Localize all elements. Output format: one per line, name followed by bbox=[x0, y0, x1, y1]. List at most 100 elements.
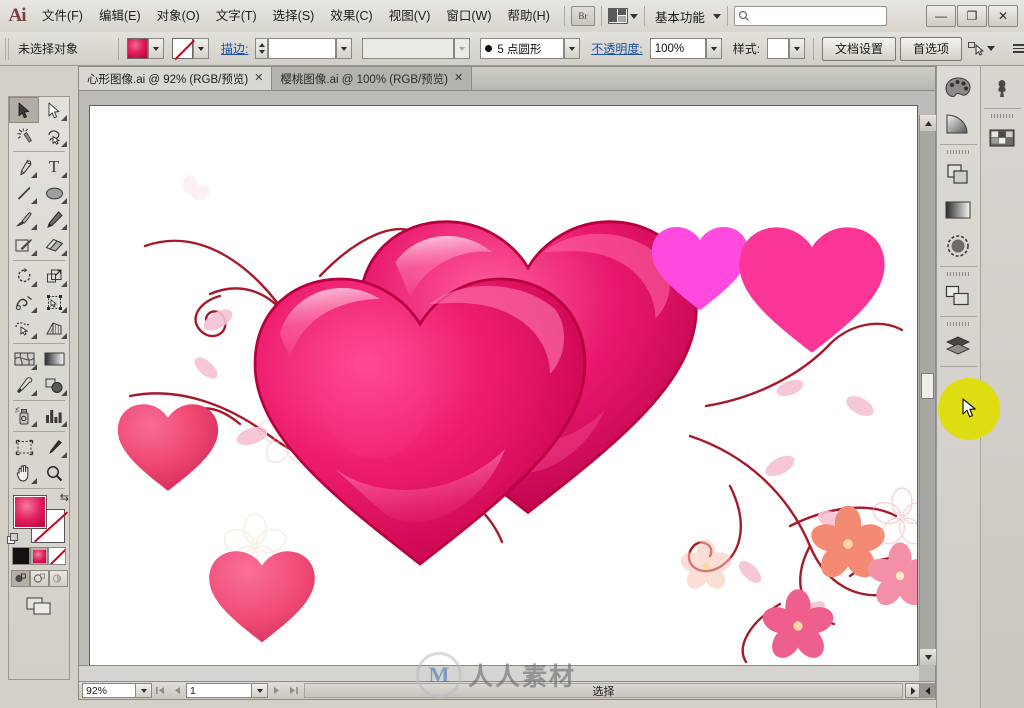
zoom-tool[interactable] bbox=[39, 460, 69, 486]
gradient-mode-button[interactable] bbox=[30, 547, 48, 565]
menu-help[interactable]: 帮助(H) bbox=[500, 5, 558, 27]
minimize-button[interactable]: — bbox=[926, 5, 956, 27]
stroke-weight-dropdown-button[interactable] bbox=[336, 38, 353, 59]
menu-view[interactable]: 视图(V) bbox=[381, 5, 439, 27]
workspace-chevron-down-icon[interactable] bbox=[712, 13, 721, 19]
zoom-level-dropdown[interactable] bbox=[136, 683, 152, 698]
paintbrush-tool[interactable] bbox=[9, 206, 39, 232]
fill-color-control[interactable] bbox=[127, 38, 164, 59]
blob-brush-tool[interactable] bbox=[9, 232, 39, 258]
pencil-tool[interactable] bbox=[39, 206, 69, 232]
hand-tool[interactable] bbox=[9, 460, 39, 486]
color-guide-panel-icon[interactable] bbox=[937, 106, 979, 142]
type-tool[interactable]: T bbox=[39, 154, 69, 180]
perspective-grid-tool[interactable] bbox=[39, 315, 69, 341]
brush-definition-dropdown-button[interactable] bbox=[564, 38, 581, 59]
stroke-weight-control[interactable] bbox=[255, 38, 353, 59]
column-graph-tool[interactable] bbox=[39, 403, 69, 429]
artboard[interactable] bbox=[89, 105, 918, 670]
menu-edit[interactable]: 编辑(E) bbox=[91, 5, 149, 27]
dock-group-grip[interactable] bbox=[937, 269, 980, 278]
blend-tool[interactable] bbox=[39, 372, 69, 398]
direct-selection-tool[interactable] bbox=[39, 97, 69, 123]
first-page-button[interactable] bbox=[152, 683, 169, 698]
width-tool[interactable] bbox=[9, 289, 39, 315]
lasso-tool[interactable] bbox=[39, 123, 69, 149]
menu-effect[interactable]: 效果(C) bbox=[322, 5, 380, 27]
gradient-tool[interactable] bbox=[39, 346, 69, 372]
eyedropper-tool[interactable] bbox=[9, 372, 39, 398]
maximize-button[interactable]: ❐ bbox=[957, 5, 987, 27]
transparency-panel-icon[interactable] bbox=[937, 228, 979, 264]
document-setup-button[interactable]: 文档设置 bbox=[822, 36, 897, 61]
next-page-button[interactable] bbox=[268, 683, 285, 698]
menu-window[interactable]: 窗口(W) bbox=[438, 5, 499, 27]
opacity-control[interactable]: 100% bbox=[649, 38, 722, 59]
fill-dropdown-button[interactable] bbox=[148, 38, 164, 59]
swap-fill-stroke-icon[interactable]: ⇆ bbox=[60, 491, 69, 504]
line-segment-tool[interactable] bbox=[9, 180, 39, 206]
bridge-button[interactable]: Br bbox=[570, 6, 595, 26]
artboard-tool[interactable] bbox=[9, 434, 39, 460]
dock-group-grip[interactable] bbox=[981, 111, 1024, 120]
none-mode-button[interactable] bbox=[48, 547, 66, 565]
last-page-button[interactable] bbox=[285, 683, 302, 698]
stroke-profile-dropdown-button[interactable] bbox=[454, 38, 471, 59]
close-icon[interactable]: ✕ bbox=[454, 73, 463, 84]
scroll-down-button[interactable] bbox=[920, 649, 936, 665]
menu-type[interactable]: 文字(T) bbox=[208, 5, 265, 27]
dock-group-grip[interactable] bbox=[937, 147, 980, 156]
draw-inside-mode-button[interactable] bbox=[48, 570, 68, 587]
brushes-panel-icon[interactable] bbox=[981, 70, 1023, 106]
ellipse-tool[interactable] bbox=[39, 180, 69, 206]
shape-builder-tool[interactable] bbox=[9, 315, 39, 341]
stroke-profile-control[interactable] bbox=[362, 38, 471, 59]
status-resize-grip[interactable] bbox=[920, 683, 935, 698]
document-tab-cherry[interactable]: 樱桃图像.ai @ 100% (RGB/预览) ✕ bbox=[272, 67, 473, 90]
style-dropdown-button[interactable] bbox=[789, 38, 806, 59]
stroke-swatch[interactable] bbox=[172, 38, 193, 59]
symbol-sprayer-tool[interactable] bbox=[9, 403, 39, 429]
fill-swatch[interactable] bbox=[127, 38, 148, 59]
selection-tool[interactable] bbox=[9, 97, 39, 123]
pathfinder-panel-icon[interactable] bbox=[937, 156, 979, 192]
slice-tool[interactable] bbox=[39, 434, 69, 460]
pen-tool[interactable] bbox=[9, 154, 39, 180]
status-text[interactable]: 选择 bbox=[304, 683, 903, 698]
draw-normal-mode-button[interactable] bbox=[10, 570, 30, 587]
stroke-dropdown-button[interactable] bbox=[193, 38, 209, 59]
gradient-panel-icon[interactable] bbox=[937, 192, 979, 228]
opacity-label[interactable]: 不透明度: bbox=[591, 40, 642, 57]
color-mode-button[interactable] bbox=[12, 547, 30, 565]
stroke-color-control[interactable] bbox=[172, 38, 209, 59]
stroke-label[interactable]: 描边: bbox=[221, 40, 248, 57]
preferences-button[interactable]: 首选项 bbox=[900, 36, 963, 61]
layers-panel-icon[interactable] bbox=[937, 328, 979, 364]
dock-group-grip[interactable] bbox=[937, 319, 980, 328]
opacity-dropdown-button[interactable] bbox=[705, 38, 722, 59]
style-control[interactable] bbox=[767, 38, 806, 59]
vertical-scroll-thumb[interactable] bbox=[921, 373, 934, 399]
workspace-switcher[interactable]: 基本功能 bbox=[651, 7, 709, 26]
prev-page-button[interactable] bbox=[169, 683, 186, 698]
vertical-scrollbar[interactable] bbox=[919, 115, 936, 665]
stroke-weight-input[interactable] bbox=[268, 38, 337, 59]
select-similar-button[interactable] bbox=[968, 41, 995, 56]
document-tab-heart[interactable]: 心形图像.ai @ 92% (RGB/预览) ✕ bbox=[79, 67, 273, 90]
eraser-tool[interactable] bbox=[39, 232, 69, 258]
mesh-tool[interactable] bbox=[9, 346, 39, 372]
close-icon[interactable]: ✕ bbox=[254, 73, 263, 84]
panel-menu-icon[interactable] bbox=[1013, 44, 1024, 53]
close-button[interactable]: ✕ bbox=[988, 5, 1018, 27]
stroke-weight-stepper[interactable] bbox=[255, 38, 269, 59]
scale-tool[interactable] bbox=[39, 263, 69, 289]
canvas-area[interactable]: 92% 1 选择 bbox=[79, 91, 936, 699]
rotate-tool[interactable] bbox=[9, 263, 39, 289]
zoom-level-input[interactable]: 92% bbox=[82, 683, 136, 698]
style-swatch[interactable] bbox=[767, 38, 790, 59]
arrange-documents-button[interactable] bbox=[607, 8, 638, 24]
color-panel-icon[interactable] bbox=[937, 70, 979, 106]
control-bar-gripper[interactable] bbox=[5, 37, 11, 60]
change-screen-mode-button[interactable] bbox=[26, 597, 52, 618]
draw-behind-mode-button[interactable] bbox=[29, 570, 49, 587]
